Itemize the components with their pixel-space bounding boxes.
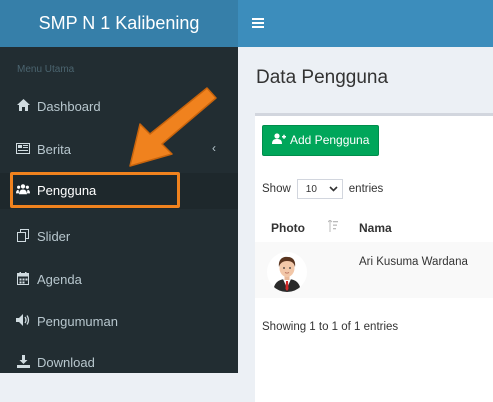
table-row[interactable]: Ari Kusuma Wardana bbox=[255, 242, 493, 298]
show-label: Show bbox=[262, 183, 291, 195]
sidebar-item-label: Dashboard bbox=[37, 99, 101, 114]
sidebar-item-slider[interactable]: Slider bbox=[0, 219, 238, 255]
chevron-down-icon bbox=[329, 184, 338, 195]
sidebar-item-label: Berita bbox=[37, 142, 71, 157]
download-icon bbox=[16, 354, 30, 368]
volume-icon bbox=[16, 313, 30, 327]
annotation-highlight-box bbox=[10, 172, 180, 208]
sidebar-item-download[interactable]: Download bbox=[0, 345, 238, 381]
sidebar-item-label: Pengumuman bbox=[37, 314, 118, 329]
table-info: Showing 1 to 1 of 1 entries bbox=[262, 321, 399, 333]
main-content: Data Pengguna Add Pengguna Show 10 entri… bbox=[238, 47, 493, 402]
home-icon bbox=[16, 98, 30, 112]
hamburger-icon[interactable] bbox=[252, 12, 264, 32]
content-box: Add Pengguna Show 10 entries Photo Nama bbox=[255, 113, 493, 402]
user-plus-icon bbox=[272, 126, 286, 155]
cell-nama: Ari Kusuma Wardana bbox=[359, 256, 468, 268]
page-title: Data Pengguna bbox=[256, 67, 389, 88]
sort-icon[interactable] bbox=[327, 219, 338, 235]
entries-label: entries bbox=[348, 183, 384, 195]
sidebar-item-agenda[interactable]: Agenda bbox=[0, 262, 238, 298]
column-header-photo[interactable]: Photo bbox=[271, 221, 305, 235]
entries-select-value: 10 bbox=[305, 183, 317, 195]
table-header: Photo Nama bbox=[255, 212, 493, 243]
newspaper-icon bbox=[16, 141, 30, 155]
entries-length-control: Show 10 entries bbox=[262, 179, 383, 199]
top-navbar bbox=[238, 0, 493, 47]
avatar bbox=[267, 252, 307, 292]
add-pengguna-button[interactable]: Add Pengguna bbox=[262, 125, 380, 156]
add-pengguna-label: Add Pengguna bbox=[290, 133, 370, 147]
sidebar-item-pengumuman[interactable]: Pengumuman bbox=[0, 304, 238, 340]
calendar-icon bbox=[16, 271, 30, 285]
sidebar-item-label: Download bbox=[37, 355, 95, 370]
menu-header: Menu Utama bbox=[17, 64, 75, 75]
sidebar-item-label: Agenda bbox=[37, 272, 82, 287]
entries-select[interactable]: 10 bbox=[296, 179, 343, 199]
sidebar-item-label: Slider bbox=[37, 229, 71, 244]
brand-logo[interactable]: SMP N 1 Kalibening bbox=[0, 0, 238, 47]
column-header-nama[interactable]: Nama bbox=[359, 221, 392, 235]
annotation-arrow-icon bbox=[129, 87, 217, 167]
copy-icon bbox=[16, 228, 30, 242]
